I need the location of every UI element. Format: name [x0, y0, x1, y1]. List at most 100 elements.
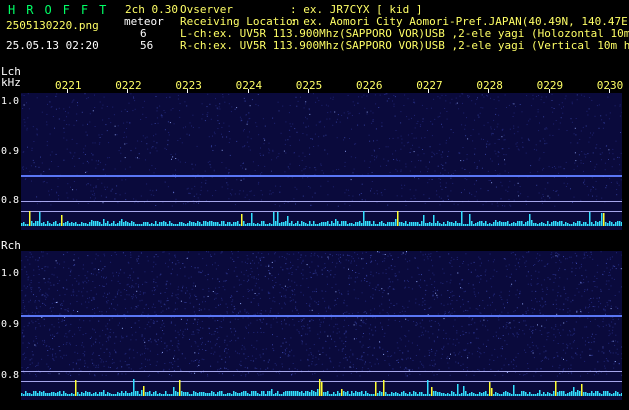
noise-dot: [29, 252, 31, 254]
noise-dot: [606, 359, 608, 361]
noise-dot: [215, 98, 216, 100]
noise-dot: [130, 339, 132, 341]
noise-dot: [200, 338, 201, 340]
noise-dot: [286, 347, 288, 349]
noise-dot: [399, 350, 401, 351]
noise-dot: [178, 349, 180, 351]
noise-dot: [611, 256, 613, 258]
noise-dot: [298, 312, 299, 314]
noise-dot: [451, 300, 453, 301]
noise-dot: [272, 344, 273, 346]
meteor-bar: [241, 392, 243, 396]
meteor-bar: [29, 211, 31, 226]
noise-dot: [595, 147, 597, 149]
noise-dot: [488, 363, 490, 365]
noise-dot: [421, 274, 422, 276]
meteor-bar: [375, 224, 377, 226]
noise-dot: [467, 301, 469, 303]
noise-dot: [137, 140, 139, 142]
noise-dot: [554, 357, 556, 358]
noise-dot: [239, 363, 241, 365]
noise-dot: [378, 284, 379, 286]
noise-dot: [226, 280, 227, 282]
noise-dot: [163, 325, 165, 327]
noise-dot: [123, 122, 125, 124]
noise-dot: [24, 125, 26, 127]
noise-dot: [102, 119, 104, 121]
noise-dot: [70, 323, 72, 325]
noise-dot: [248, 112, 250, 114]
noise-dot: [508, 186, 510, 188]
noise-dot: [432, 295, 434, 297]
noise-dot: [265, 310, 267, 312]
noise-dot: [459, 265, 461, 267]
meteor-bar: [609, 221, 611, 226]
noise-dot: [309, 266, 311, 268]
meteor-bar: [447, 393, 449, 396]
noise-dot: [81, 342, 83, 344]
noise-dot: [177, 358, 179, 360]
noise-dot: [604, 162, 606, 164]
noise-dot: [177, 94, 179, 96]
meteor-bar: [489, 223, 491, 226]
noise-dot: [477, 308, 479, 310]
noise-dot: [156, 276, 158, 278]
meteor-bar: [225, 224, 227, 226]
noise-dot: [543, 116, 545, 118]
noise-dot: [115, 309, 117, 311]
meteor-bar: [141, 390, 143, 396]
noise-dot: [584, 179, 586, 181]
noise-dot: [301, 335, 303, 337]
meteor-bar: [179, 380, 181, 396]
noise-dot: [257, 105, 259, 107]
noise-dot: [475, 180, 477, 182]
noise-dot: [202, 113, 204, 115]
noise-dot: [417, 120, 419, 122]
noise-dot: [432, 272, 434, 274]
noise-dot: [413, 321, 415, 322]
noise-dot: [243, 274, 245, 276]
noise-dot: [94, 312, 96, 314]
noise-dot: [254, 285, 256, 287]
meteor-bar: [397, 393, 399, 396]
noise-dot: [559, 364, 561, 366]
noise-dot: [106, 130, 108, 132]
noise-dot: [85, 301, 87, 303]
noise-dot: [23, 352, 25, 354]
noise-dot: [585, 154, 587, 155]
noise-dot: [403, 145, 405, 147]
noise-dot: [264, 165, 266, 167]
noise-dot: [592, 152, 594, 154]
noise-dot: [495, 113, 497, 115]
noise-dot: [398, 271, 400, 273]
noise-dot: [44, 341, 46, 343]
meteor-bar: [329, 224, 331, 226]
noise-dot: [306, 278, 308, 280]
noise-dot: [499, 327, 501, 329]
noise-dot: [552, 135, 554, 136]
noise-dot: [598, 300, 600, 302]
noise-dot: [418, 146, 420, 148]
noise-dot: [200, 186, 202, 188]
noise-dot: [123, 131, 125, 133]
noise-dot: [526, 95, 528, 97]
noise-dot: [143, 308, 145, 310]
meteor-bar: [479, 392, 481, 396]
noise-dot: [194, 294, 196, 296]
noise-dot: [574, 252, 576, 254]
noise-dot: [230, 295, 232, 296]
noise-dot: [387, 355, 389, 357]
noise-dot: [584, 183, 586, 185]
noise-dot: [515, 365, 517, 367]
noise-dot: [92, 362, 94, 364]
noise-dot: [527, 344, 529, 346]
noise-dot: [493, 360, 495, 361]
noise-dot: [539, 353, 541, 355]
noise-dot: [615, 334, 617, 336]
noise-dot: [159, 105, 161, 107]
noise-dot: [292, 299, 294, 301]
meteor-bar: [431, 387, 433, 396]
noise-dot: [215, 105, 217, 107]
noise-dot: [105, 360, 107, 362]
noise-dot: [225, 177, 227, 179]
